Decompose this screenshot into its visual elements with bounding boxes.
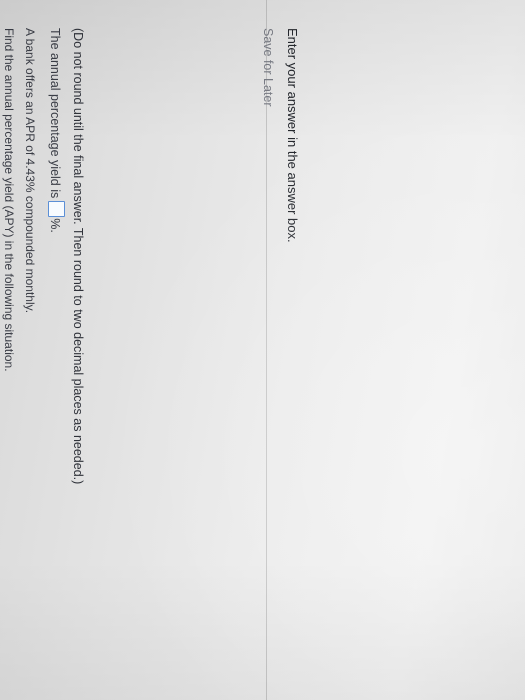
answer-instruction: Enter your answer in the answer box. [285, 28, 300, 243]
rounding-note: (Do not round until the final answer. Th… [71, 28, 85, 485]
question-prompt: Find the annual percentage yield (APY) i… [2, 28, 16, 372]
answer-prefix: The annual percentage yield is [48, 28, 62, 199]
save-for-later-link[interactable]: Save for Later [261, 28, 275, 107]
rotated-screen: Find the annual percentage yield (APY) i… [0, 0, 525, 700]
answer-suffix: %. [48, 218, 62, 233]
question-scenario: A bank offers an APR of 4.43% compounded… [23, 28, 37, 314]
answer-input[interactable] [48, 201, 65, 218]
answer-line: The annual percentage yield is%. [48, 28, 65, 233]
question-panel: Find the annual percentage yield (APY) i… [2, 28, 525, 688]
